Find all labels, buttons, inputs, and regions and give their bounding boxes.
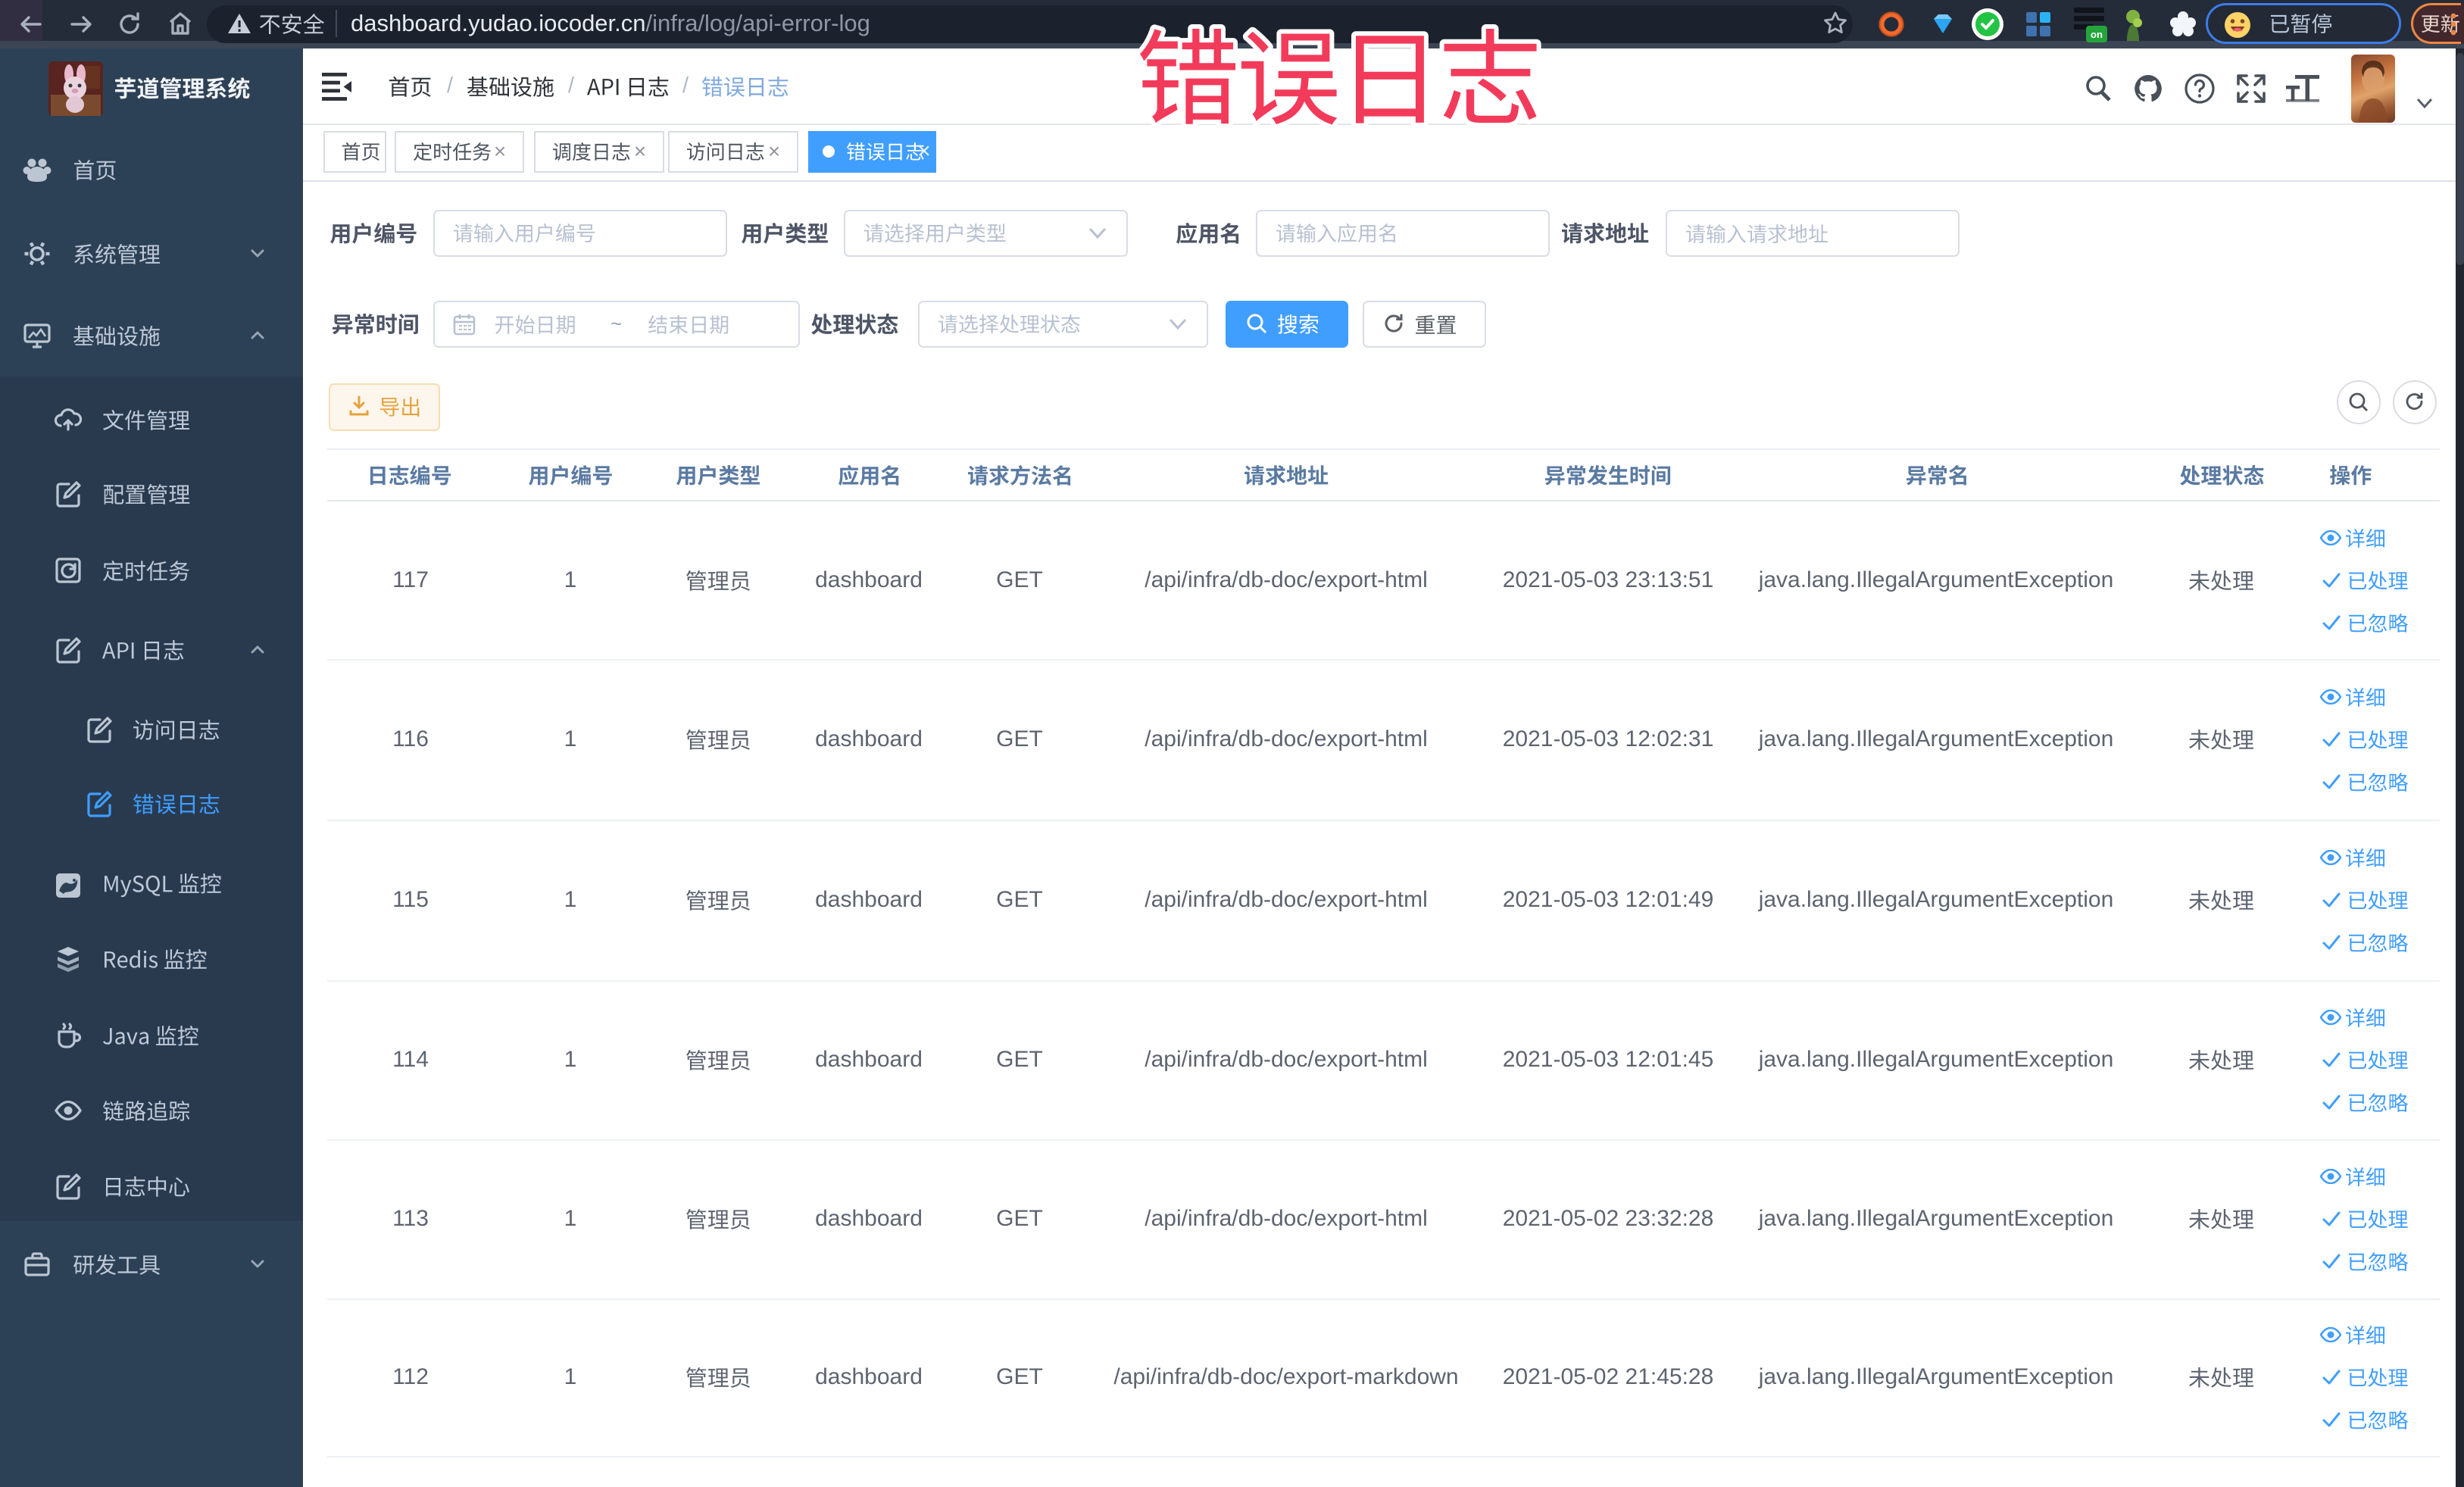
svg-text:on: on [2091,29,2103,40]
